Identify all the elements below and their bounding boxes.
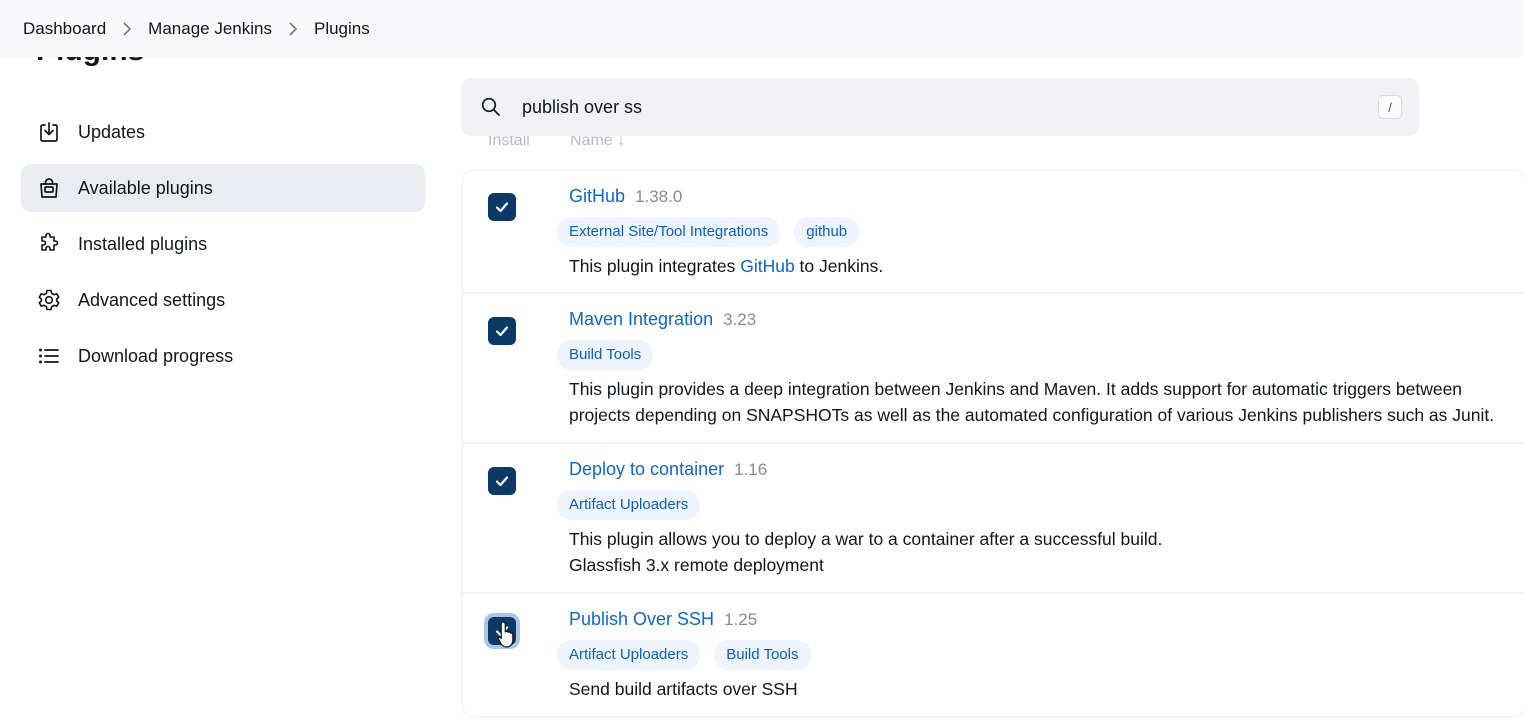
puzzle-icon <box>36 231 62 257</box>
breadcrumb-dashboard[interactable]: Dashboard <box>23 19 106 39</box>
sidebar-item-label: Available plugins <box>78 177 213 198</box>
search-input[interactable] <box>520 86 1344 128</box>
download-icon <box>36 119 62 145</box>
sidebar-item-installed-plugins[interactable]: Installed plugins <box>21 220 425 268</box>
table-row: Deploy to container 1.16 Artifact Upload… <box>463 444 1524 594</box>
keyboard-shortcut-hint: / <box>1378 95 1402 119</box>
plugin-tag[interactable]: Build Tools <box>714 640 811 670</box>
sidebar-item-label: Download progress <box>78 345 234 366</box>
breadcrumb-manage-jenkins[interactable]: Manage Jenkins <box>148 19 272 39</box>
plugin-name-link[interactable]: Deploy to container <box>569 459 724 480</box>
shopping-bag-icon <box>36 175 62 201</box>
plugin-tag[interactable]: Build Tools <box>557 340 654 370</box>
breadcrumb-plugins[interactable]: Plugins <box>314 19 370 39</box>
sidebar-item-advanced-settings[interactable]: Advanced settings <box>21 276 425 324</box>
sidebar-item-download-progress[interactable]: Download progress <box>21 332 425 380</box>
plugin-version: 1.25 <box>724 610 758 629</box>
sidebar-item-updates[interactable]: Updates <box>21 108 425 156</box>
install-checkbox[interactable] <box>488 193 516 221</box>
plugin-tag[interactable]: Artifact Uploaders <box>557 490 701 520</box>
list-icon <box>36 343 62 369</box>
plugin-description: This plugin provides a deep integration … <box>569 379 1495 425</box>
plugin-description: This plugin allows you to deploy a war t… <box>569 529 1163 575</box>
search-icon <box>480 96 502 118</box>
gear-icon <box>36 287 62 313</box>
chevron-right-icon <box>288 21 298 36</box>
plugin-name-link[interactable]: GitHub <box>569 186 625 207</box>
plugin-info: Publish Over SSH 1.25 Artifact Uploaders… <box>557 609 1510 702</box>
plugin-description: This plugin integrates GitHub to Jenkins… <box>569 256 884 276</box>
plugin-tag[interactable]: Artifact Uploaders <box>557 640 701 670</box>
plugin-tag[interactable]: github <box>794 217 860 247</box>
install-checkbox[interactable] <box>488 317 516 345</box>
sidebar: Updates Available plugins Installed plug… <box>21 108 425 388</box>
sidebar-item-label: Advanced settings <box>78 289 226 310</box>
plugin-info: Maven Integration 3.23 Build Tools This … <box>557 309 1510 428</box>
plugin-name-link[interactable]: Maven Integration <box>569 309 713 330</box>
breadcrumb: Dashboard Manage Jenkins Plugins <box>0 0 1524 57</box>
plugin-name-link[interactable]: Publish Over SSH <box>569 609 714 630</box>
checkmark-icon <box>495 476 509 487</box>
sidebar-item-available-plugins[interactable]: Available plugins <box>21 164 425 212</box>
checkmark-icon <box>495 326 509 337</box>
search-bar: / <box>461 78 1419 136</box>
plugin-version: 3.23 <box>723 310 757 329</box>
plugin-tag[interactable]: External Site/Tool Integrations <box>557 217 781 247</box>
install-checkbox[interactable] <box>488 467 516 495</box>
plugin-version: 1.38.0 <box>635 187 683 206</box>
plugin-info: GitHub 1.38.0 External Site/Tool Integra… <box>557 186 1510 279</box>
table-row: GitHub 1.38.0 External Site/Tool Integra… <box>463 171 1524 294</box>
checkmark-icon <box>495 202 509 213</box>
sidebar-item-label: Updates <box>78 121 146 142</box>
plugin-table: GitHub 1.38.0 External Site/Tool Integra… <box>463 171 1524 716</box>
table-row: Maven Integration 3.23 Build Tools This … <box>463 294 1524 444</box>
github-link[interactable]: GitHub <box>740 256 794 276</box>
plugin-version: 1.16 <box>734 460 768 479</box>
plugin-description: Send build artifacts over SSH <box>569 679 798 699</box>
sidebar-item-label: Installed plugins <box>78 233 208 254</box>
table-row: Publish Over SSH 1.25 Artifact Uploaders… <box>463 594 1524 716</box>
chevron-right-icon <box>122 21 132 36</box>
hand-pointer-icon <box>497 621 514 648</box>
plugin-info: Deploy to container 1.16 Artifact Upload… <box>557 459 1510 578</box>
